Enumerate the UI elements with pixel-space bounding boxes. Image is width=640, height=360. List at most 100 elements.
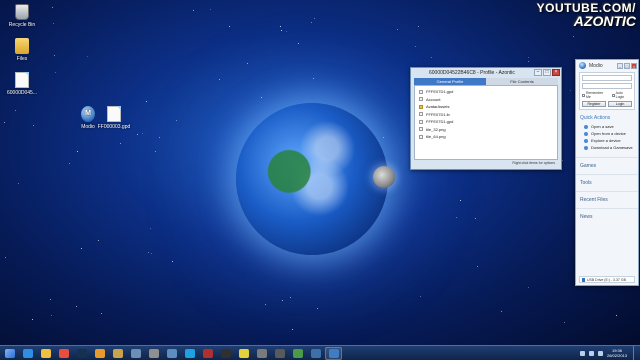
file-list-item[interactable]: tile_32.png (419, 126, 553, 134)
file-list-item[interactable]: FFFE07D1.gpd (419, 118, 553, 126)
notification-arrow-icon[interactable] (579, 350, 585, 356)
volume-icon[interactable] (597, 350, 603, 356)
taskbar-button[interactable] (235, 347, 252, 360)
quick-action-item[interactable]: Explore a device (576, 137, 638, 144)
star (136, 133, 138, 135)
star (228, 26, 230, 28)
taskbar-button[interactable] (37, 347, 54, 360)
close-button[interactable]: × (631, 62, 637, 69)
username-field[interactable] (582, 75, 632, 81)
maximize-button[interactable]: □ (543, 69, 551, 76)
password-field[interactable] (582, 83, 632, 89)
clock-date: 26/02/2013 (606, 353, 627, 358)
taskbar-button[interactable] (307, 347, 324, 360)
tab-general-profile[interactable]: General Profile (414, 78, 486, 85)
section-header-news[interactable]: News (576, 208, 638, 225)
show-desktop-button[interactable] (633, 346, 636, 360)
taskbar-button[interactable] (91, 347, 108, 360)
photoshop-icon (76, 348, 87, 358)
modio-logo-icon (579, 62, 586, 69)
quick-action-item[interactable]: Download a Gamesave (576, 144, 638, 151)
file-list: FFFE07D1.gpd Account AvatarAssets FFFE07D1.… (414, 85, 558, 160)
window-titlebar[interactable]: 60000D04522B46C8 - Profile - Azontic – □… (411, 68, 561, 78)
desktop-icon-recycle-bin[interactable]: Recycle Bin (2, 4, 42, 28)
taskbar-button[interactable] (55, 347, 72, 360)
star (298, 42, 300, 44)
star (4, 122, 6, 124)
modio-task-icon (328, 348, 339, 358)
taskbar-button[interactable] (73, 347, 90, 360)
taskbar-button[interactable] (325, 346, 342, 360)
maximize-button[interactable]: □ (624, 62, 630, 69)
system-tray: 19:36 26/02/2013 (579, 346, 640, 360)
media-icon (130, 348, 141, 358)
file-list-item[interactable]: FFFE07D1.gpd (419, 88, 553, 96)
network-icon[interactable] (588, 350, 594, 356)
taskbar-button[interactable] (253, 347, 270, 360)
taskbar-button[interactable] (109, 347, 126, 360)
quick-action-label: Open from a device (591, 131, 626, 136)
star (52, 7, 54, 9)
register-button[interactable]: Register (582, 101, 606, 107)
section-header-games[interactable]: Games (576, 157, 638, 174)
star (280, 25, 281, 27)
moon-wallpaper-image (373, 166, 395, 188)
quick-action-item[interactable]: Open a save (576, 123, 638, 130)
taskbar-button[interactable] (127, 347, 144, 360)
start-button[interactable] (1, 347, 18, 360)
ie-icon (22, 348, 33, 358)
star (282, 300, 284, 302)
desktop-icon-files[interactable]: Files (2, 38, 42, 62)
tab-file-contents[interactable]: File Contents (486, 78, 558, 85)
section-header-recent-files[interactable]: Recent Files (576, 191, 638, 208)
taskbar-button[interactable] (289, 347, 306, 360)
file-list-item[interactable]: FFFE07D1.lb (419, 111, 553, 119)
app-console-icon (292, 348, 303, 358)
clock[interactable]: 19:36 26/02/2013 (607, 348, 627, 358)
taskbar-button[interactable] (271, 347, 288, 360)
star (80, 247, 82, 249)
taskbar-button[interactable] (181, 347, 198, 360)
taskbar-button[interactable] (199, 347, 216, 360)
section-header-tools[interactable]: Tools (576, 174, 638, 191)
close-button[interactable]: × (552, 69, 560, 76)
tab-bar: General Profile File Contents (414, 78, 558, 85)
file-name: AvatarAssets (426, 104, 450, 110)
star (159, 136, 161, 138)
device-label: USB Drive (E:) - 3.37 GB (587, 277, 626, 282)
taskbar-button[interactable] (217, 347, 234, 360)
star (18, 182, 20, 184)
file-list-item[interactable]: tile_64.png (419, 133, 553, 141)
taskbar-button[interactable] (163, 347, 180, 360)
star (49, 298, 51, 300)
login-button[interactable]: Login (608, 101, 632, 107)
file-list-item[interactable]: AvatarAssets (419, 103, 553, 111)
star (150, 252, 152, 254)
quick-action-item[interactable]: Open from a device (576, 130, 638, 137)
watermark-line-2: AZONTIC (573, 13, 636, 29)
star (430, 57, 432, 59)
auto-login-checkbox[interactable]: Auto Login (611, 91, 632, 99)
modio-titlebar[interactable]: Modio – □ × (576, 60, 638, 71)
remember-me-checkbox[interactable]: Remember Me (582, 91, 609, 99)
minimize-button[interactable]: – (534, 69, 542, 76)
device-footer[interactable]: USB Drive (E:) - 3.37 GB (579, 276, 635, 283)
taskbar-button[interactable] (145, 347, 162, 360)
star (570, 89, 572, 91)
quick-actions-header[interactable]: Quick Actions (576, 111, 638, 123)
star (76, 305, 78, 307)
quick-action-label: Explore a device (591, 138, 621, 143)
taskbar-button[interactable] (19, 347, 36, 360)
desktop-icon-profile-file[interactable]: 60000D045... (2, 72, 42, 96)
minimize-button[interactable]: – (617, 62, 623, 69)
star (572, 35, 574, 37)
file-icon (419, 89, 423, 94)
action-icon (584, 138, 588, 143)
auto-login-label: Auto Login (615, 91, 625, 99)
star (317, 308, 319, 310)
star (261, 96, 263, 98)
star (286, 30, 288, 32)
file-explorer-icon (40, 348, 51, 358)
desktop-icon-gpd-file[interactable]: FF000003.gpd (94, 106, 134, 130)
file-list-item[interactable]: Account (419, 96, 553, 104)
